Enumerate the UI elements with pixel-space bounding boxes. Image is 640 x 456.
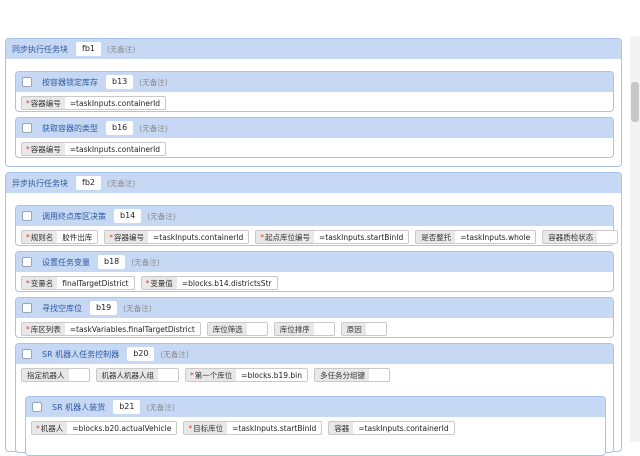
block-note: (无备注) — [106, 44, 136, 54]
block-title: 设置任务变量 — [42, 257, 90, 267]
block-note: (无备注) — [131, 257, 160, 267]
block-title: 异步执行任务块 — [12, 178, 68, 188]
block-checkbox[interactable] — [22, 77, 32, 87]
block-header[interactable]: SR 机器人装货 b21 (无备注) — [26, 397, 605, 417]
block-header[interactable]: 寻找空库位 b19 (无备注) — [16, 298, 613, 318]
block-id-tag: b18 — [98, 255, 126, 269]
block-note: (无备注) — [146, 402, 175, 412]
scrollbar-thumb[interactable] — [631, 82, 639, 122]
block-checkbox[interactable] — [22, 303, 32, 313]
param-reason[interactable]: 原因 — [340, 322, 387, 336]
block-b20[interactable]: SR 机器人任务控制器 b20 (无备注) 指定机器人 机器人机器人组 * 第一个… — [15, 343, 614, 456]
block-header[interactable]: 获取容器的类型 b16 (无备注) — [16, 118, 613, 138]
block-b18[interactable]: 设置任务变量 b18 (无备注) * 变量名 finalTargetDistrict… — [15, 251, 614, 292]
param-multi-task-group-key[interactable]: 多任务分组键 — [314, 368, 391, 382]
param-robot-group[interactable]: 机器人机器人组 — [95, 368, 179, 382]
param-variable-name[interactable]: * 变量名 finalTargetDistrict — [21, 276, 135, 290]
block-b19[interactable]: 寻找空库位 b19 (无备注) * 库区列表 =taskVariables.fina… — [15, 297, 614, 338]
block-b13[interactable]: 按容器锁定库存 b13 (无备注) * 容器编号 =taskInputs.conta… — [15, 71, 614, 112]
param-whole-pallet[interactable]: 是否整托 =taskInputs.whole — [415, 230, 537, 244]
param-target-bin[interactable]: * 目标库位 =taskInputs.startBinId — [183, 421, 323, 435]
block-header[interactable]: 同步执行任务块 fb1 (无备注) — [6, 39, 621, 59]
param-bin-filter[interactable]: 库位筛选 — [206, 322, 268, 336]
param-bin-sort[interactable]: 库位排序 — [273, 322, 335, 336]
param-container-id[interactable]: * 容器编号 =taskInputs.containerId — [104, 230, 250, 244]
block-header[interactable]: SR 机器人任务控制器 b20 (无备注) — [16, 344, 613, 364]
param-district-list[interactable]: * 库区列表 =taskVariables.finalTargetDistrict — [21, 322, 201, 336]
param-rule-name[interactable]: * 规则名 胶件出库 — [21, 230, 99, 244]
param-container[interactable]: 容器 =taskInputs.containerId — [328, 421, 455, 435]
block-checkbox[interactable] — [22, 211, 32, 221]
param-specified-robot[interactable]: 指定机器人 — [21, 368, 90, 382]
block-id-tag: fb1 — [76, 42, 101, 56]
block-header[interactable]: 异步执行任务块 fb2 (无备注) — [6, 173, 621, 193]
block-b14[interactable]: 调用终点库区决策 b14 (无备注) * 规则名 胶件出库 * 容器编号 =taskIn… — [15, 205, 619, 246]
param-robot[interactable]: * 机器人 =blocks.b20.actualVehicle — [31, 421, 178, 435]
block-id-tag: b13 — [106, 75, 134, 89]
block-note: (无备注) — [139, 123, 168, 133]
block-title: 按容器锁定库存 — [42, 77, 98, 87]
block-checkbox[interactable] — [32, 402, 42, 412]
block-id-tag: b16 — [106, 121, 134, 135]
vertical-scrollbar[interactable] — [630, 36, 640, 442]
param-container-qc-status[interactable]: 容器质检状态 — [542, 230, 619, 244]
block-title: 调用终点库区决策 — [42, 211, 106, 221]
block-header[interactable]: 按容器锁定库存 b13 (无备注) — [16, 72, 613, 92]
block-b16[interactable]: 获取容器的类型 b16 (无备注) * 容器编号 =taskInputs.conta… — [15, 117, 614, 158]
param-first-bin[interactable]: * 第一个库位 =blocks.b19.bin — [185, 368, 309, 382]
param-start-bin-id[interactable]: * 起点库位编号 =taskInputs.startBinId — [255, 230, 410, 244]
block-id-tag: b20 — [127, 347, 155, 361]
block-id-tag: b19 — [90, 301, 118, 315]
block-title: 寻找空库位 — [42, 303, 82, 313]
block-id-tag: b14 — [114, 209, 142, 223]
block-note: (无备注) — [139, 77, 168, 87]
block-note: (无备注) — [160, 349, 189, 359]
block-checkbox[interactable] — [22, 257, 32, 267]
block-title: 获取容器的类型 — [42, 123, 98, 133]
param-container-id[interactable]: * 容器编号 =taskInputs.containerId — [21, 96, 167, 110]
block-header[interactable]: 调用终点库区决策 b14 (无备注) — [16, 206, 613, 226]
block-title: SR 机器人装货 — [52, 402, 106, 412]
block-title: 同步执行任务块 — [12, 44, 68, 54]
block-note: (无备注) — [147, 211, 176, 221]
block-title: SR 机器人任务控制器 — [42, 349, 120, 359]
block-checkbox[interactable] — [22, 349, 32, 359]
block-id-tag: fb2 — [76, 176, 101, 190]
block-fb2[interactable]: 异步执行任务块 fb2 (无备注) 调用终点库区决策 b14 (无备注) * 规则… — [5, 172, 622, 456]
block-note: (无备注) — [123, 303, 152, 313]
block-checkbox[interactable] — [22, 123, 32, 133]
top-bar — [0, 0, 640, 36]
block-b21[interactable]: SR 机器人装货 b21 (无备注) * 机器人 =blocks.b20.actua… — [25, 396, 606, 456]
block-note: (无备注) — [106, 178, 136, 188]
block-id-tag: b21 — [113, 400, 141, 414]
param-container-id[interactable]: * 容器编号 =taskInputs.containerId — [21, 142, 167, 156]
param-variable-value[interactable]: * 变量值 =blocks.b14.districtsStr — [140, 276, 278, 290]
block-header[interactable]: 设置任务变量 b18 (无备注) — [16, 252, 613, 272]
block-fb1[interactable]: 同步执行任务块 fb1 (无备注) 按容器锁定库存 b13 (无备注) * 容器编… — [5, 38, 622, 167]
